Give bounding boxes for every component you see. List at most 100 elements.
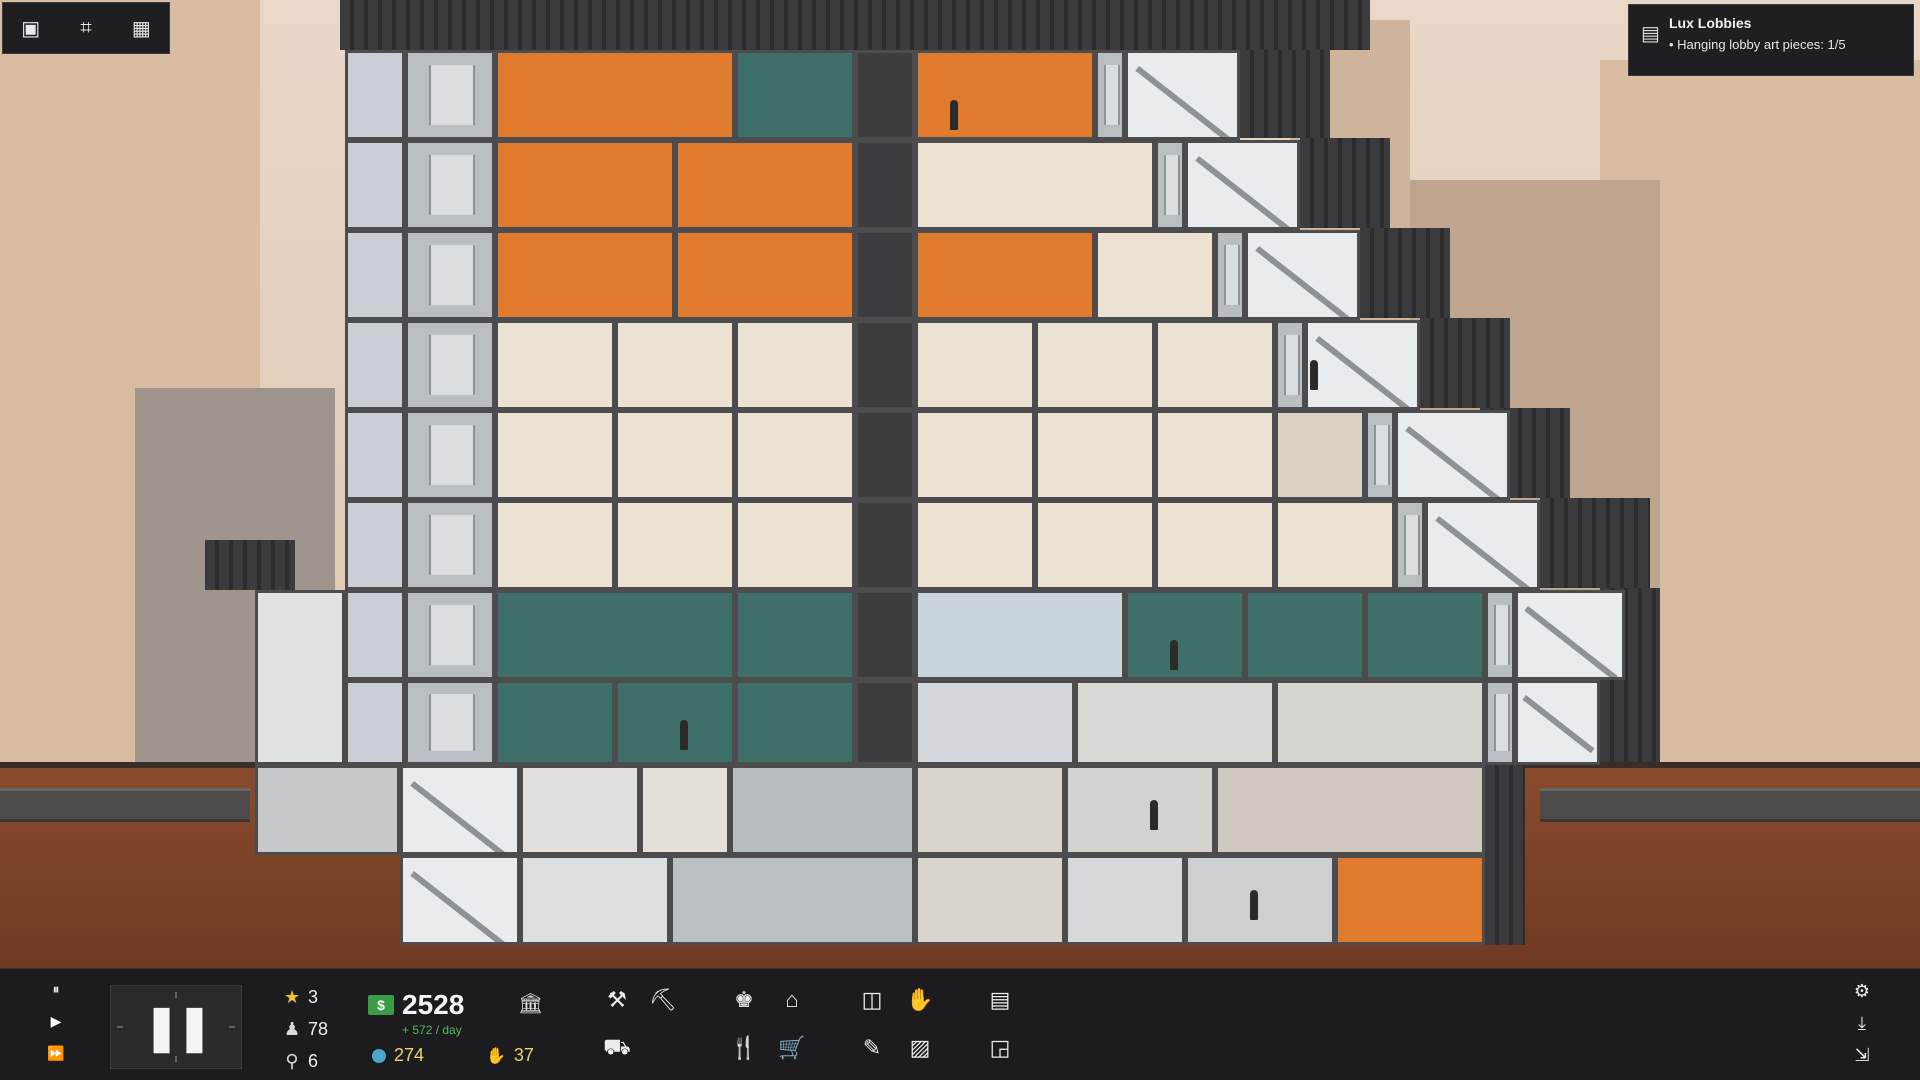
room-storage[interactable]: [345, 230, 405, 320]
stairs[interactable]: [1515, 680, 1600, 765]
room-office[interactable]: [1275, 500, 1395, 590]
room-apartment[interactable]: [495, 230, 675, 320]
room-maintenance[interactable]: [255, 765, 400, 855]
room-office[interactable]: [915, 500, 1035, 590]
elevator[interactable]: [1395, 500, 1425, 590]
room-office[interactable]: [495, 410, 615, 500]
paint-brush-icon[interactable]: ✎: [855, 1031, 889, 1065]
stairs[interactable]: [400, 765, 520, 855]
room-cafe[interactable]: [615, 680, 735, 765]
room-shaft[interactable]: [855, 230, 915, 320]
room-office[interactable]: [1035, 320, 1155, 410]
building-list-icon[interactable]: ▦: [125, 12, 157, 44]
shop-cart-icon[interactable]: 🛒: [775, 1031, 809, 1065]
person[interactable]: [950, 100, 958, 130]
room-apartment[interactable]: [495, 50, 735, 140]
room-lobby-art[interactable]: [255, 590, 345, 765]
room-aquarium-shop[interactable]: [915, 680, 1075, 765]
room-apartment[interactable]: [915, 50, 1095, 140]
room-utility[interactable]: [730, 765, 915, 855]
finance-chart-icon[interactable]: ◲: [983, 1031, 1017, 1065]
clock-pause-toggle[interactable]: ❚❚: [110, 985, 242, 1069]
room-office[interactable]: [495, 320, 615, 410]
elevator[interactable]: [405, 410, 495, 500]
elevator[interactable]: [1485, 680, 1515, 765]
tower[interactable]: [205, 0, 1700, 945]
elevator[interactable]: [1155, 140, 1185, 230]
room-storage-shelves[interactable]: [915, 765, 1065, 855]
room-vending[interactable]: [345, 410, 405, 500]
room-apartment[interactable]: [675, 140, 855, 230]
room-shop[interactable]: [915, 590, 1125, 680]
room-vending[interactable]: [345, 500, 405, 590]
stairs[interactable]: [1515, 590, 1625, 680]
home-icon[interactable]: ⌂: [775, 983, 809, 1017]
room-boiler[interactable]: [670, 855, 915, 945]
construction-tool-icon[interactable]: ⚒: [600, 983, 634, 1017]
room-shaft[interactable]: [855, 590, 915, 680]
room-cafe[interactable]: [1125, 590, 1245, 680]
room-office[interactable]: [915, 320, 1035, 410]
room-office[interactable]: [1155, 320, 1275, 410]
money-display[interactable]: $ 2528 + 572 / day: [368, 989, 464, 1037]
room-cafe[interactable]: [1245, 590, 1365, 680]
stats-icon[interactable]: ⌗: [70, 12, 102, 44]
room-office[interactable]: [615, 500, 735, 590]
pause-button[interactable]: ⏸: [53, 981, 60, 1001]
room-lounge[interactable]: [640, 765, 730, 855]
room-warehouse[interactable]: [1215, 765, 1485, 855]
gear-icon[interactable]: ⚙: [1854, 981, 1870, 1001]
room-shaft[interactable]: [855, 140, 915, 230]
person[interactable]: [1170, 640, 1178, 670]
storage-box-icon[interactable]: ◫: [855, 983, 889, 1017]
influence[interactable]: ✋ 37: [486, 1045, 534, 1066]
room-apartment[interactable]: [495, 140, 675, 230]
bulldozer-icon[interactable]: ⛟: [600, 1031, 634, 1065]
room-office[interactable]: [615, 410, 735, 500]
room-office[interactable]: [915, 140, 1155, 230]
room-office[interactable]: [735, 500, 855, 590]
room-workshop-orange[interactable]: [1335, 855, 1485, 945]
room-bakery[interactable]: [735, 50, 855, 140]
room-storage-shelves[interactable]: [915, 855, 1065, 945]
room-shaft[interactable]: [855, 680, 915, 765]
room-office[interactable]: [1035, 500, 1155, 590]
stairs[interactable]: [1395, 410, 1510, 500]
stairs[interactable]: [1245, 230, 1360, 320]
room-coffee[interactable]: [1365, 590, 1485, 680]
room-vending[interactable]: [345, 320, 405, 410]
room-grocery[interactable]: [1075, 680, 1275, 765]
elevator[interactable]: [405, 500, 495, 590]
reception-icon[interactable]: ♚: [727, 983, 761, 1017]
room-recycling[interactable]: [1185, 855, 1335, 945]
tasks-document-icon[interactable]: ▤: [983, 983, 1017, 1017]
room-storage[interactable]: [345, 50, 405, 140]
eco-points[interactable]: 274: [372, 1045, 424, 1066]
exit-icon[interactable]: ⇲: [1854, 1045, 1869, 1065]
elevator[interactable]: [1365, 410, 1395, 500]
room-book-shop[interactable]: [1275, 680, 1485, 765]
stairs[interactable]: [400, 855, 520, 945]
restaurant-icon[interactable]: 🍴: [727, 1031, 761, 1065]
room-apartment[interactable]: [915, 230, 1095, 320]
stairs[interactable]: [1425, 500, 1540, 590]
elevator[interactable]: [1215, 230, 1245, 320]
person[interactable]: [1250, 890, 1258, 920]
game-scene[interactable]: [0, 0, 1920, 968]
room-cafe[interactable]: [495, 680, 615, 765]
room-office[interactable]: [735, 320, 855, 410]
download-icon[interactable]: ⤓: [1858, 1013, 1866, 1033]
room-deli[interactable]: [735, 680, 855, 765]
elevator[interactable]: [1275, 320, 1305, 410]
hammer-tool-icon[interactable]: ⛏: [646, 983, 680, 1017]
room-workshop[interactable]: [1065, 855, 1185, 945]
play-button[interactable]: ▶: [51, 1013, 62, 1033]
room-lounge[interactable]: [1275, 410, 1365, 500]
room-shaft[interactable]: [855, 500, 915, 590]
room-bakery[interactable]: [735, 590, 855, 680]
room-office[interactable]: [735, 410, 855, 500]
person[interactable]: [680, 720, 688, 750]
room-office[interactable]: [615, 320, 735, 410]
objective-panel[interactable]: ▤ Lux Lobbies • Hanging lobby art pieces…: [1628, 4, 1914, 76]
room-storage[interactable]: [345, 680, 405, 765]
